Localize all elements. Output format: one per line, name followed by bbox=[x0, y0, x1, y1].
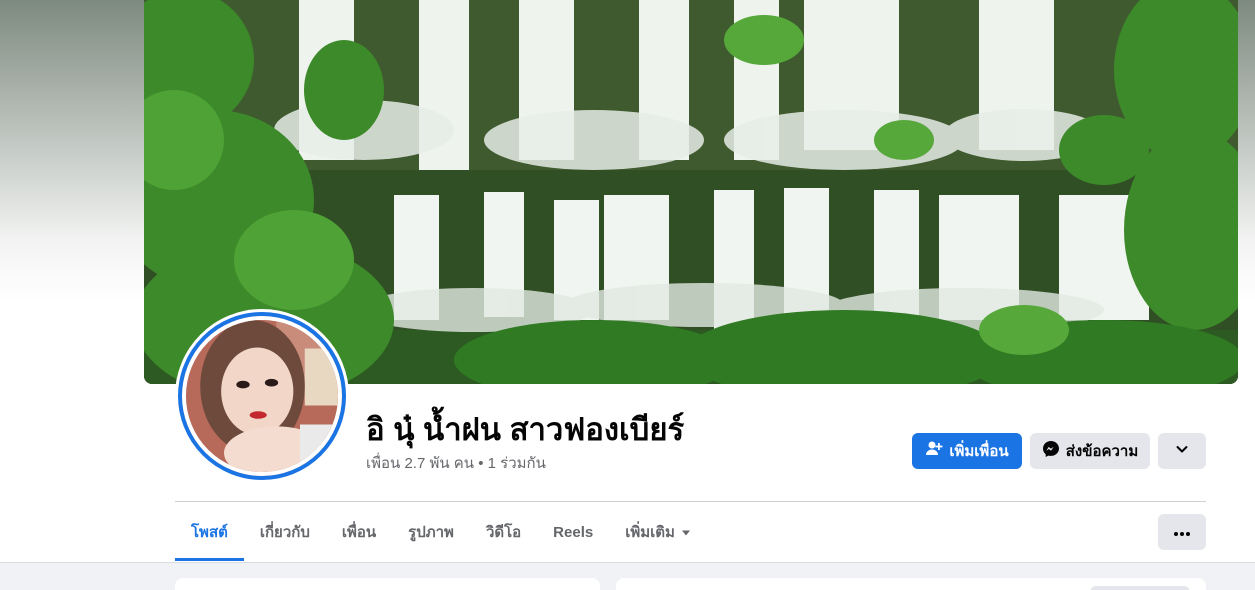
filters-button[interactable] bbox=[1090, 586, 1190, 590]
profile-name: อิ นุ๋ น้ำฝน สาวฟองเบียร์ bbox=[366, 412, 685, 447]
tab-label: เพิ่มเติม bbox=[625, 524, 675, 541]
profile-dropdown-button[interactable] bbox=[1158, 433, 1206, 469]
chevron-down-icon bbox=[1175, 442, 1189, 460]
tab-reels[interactable]: Reels bbox=[537, 503, 609, 561]
tab-friends[interactable]: เพื่อน bbox=[326, 503, 392, 561]
tab-more[interactable]: เพิ่มเติม bbox=[609, 503, 707, 561]
intro-card bbox=[175, 578, 600, 590]
messenger-icon bbox=[1042, 440, 1060, 462]
header-divider bbox=[175, 501, 1206, 502]
profile-tabs: โพสต์ เกี่ยวกับ เพื่อน รูปภาพ วิดีโอ Ree… bbox=[175, 503, 707, 561]
caret-down-icon bbox=[681, 524, 691, 541]
friends-count[interactable]: เพื่อน 2.7 พัน คน • 1 ร่วมกัน bbox=[366, 451, 546, 475]
tab-label: เพื่อน bbox=[341, 524, 377, 541]
profile-picture[interactable] bbox=[178, 312, 346, 480]
add-friend-button[interactable]: เพิ่มเพื่อน bbox=[912, 433, 1022, 469]
message-label: ส่งข้อความ bbox=[1065, 443, 1139, 460]
ellipsis-icon bbox=[1174, 523, 1190, 541]
person-add-icon bbox=[925, 440, 943, 462]
tab-about[interactable]: เกี่ยวกับ bbox=[244, 503, 326, 561]
avatar-photo bbox=[186, 320, 338, 472]
profile-options-button[interactable] bbox=[1158, 514, 1206, 550]
profile-picture-ring[interactable] bbox=[175, 309, 349, 483]
tab-label: Reels bbox=[553, 523, 594, 541]
add-friend-label: เพิ่มเพื่อน bbox=[949, 443, 1009, 460]
tab-label: วิดีโอ bbox=[485, 524, 522, 541]
message-button[interactable]: ส่งข้อความ bbox=[1030, 433, 1150, 469]
tab-label: รูปภาพ bbox=[408, 524, 454, 541]
tab-label: เกี่ยวกับ bbox=[259, 524, 310, 541]
tab-label: โพสต์ bbox=[191, 524, 228, 541]
tab-videos[interactable]: วิดีโอ bbox=[470, 503, 537, 561]
tab-photos[interactable]: รูปภาพ bbox=[392, 503, 470, 561]
tab-posts[interactable]: โพสต์ bbox=[175, 503, 244, 561]
